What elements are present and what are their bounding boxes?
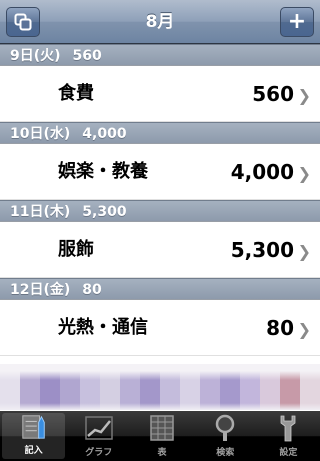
tab-table[interactable]: 表 xyxy=(130,411,193,461)
tab-entry[interactable]: 記入 xyxy=(2,413,66,459)
tab-bar: 記入 グラフ 表 検索 設定 xyxy=(0,411,320,461)
ad-pixel-block xyxy=(140,364,160,410)
page-title: 8月 xyxy=(145,12,175,32)
section-header: 12日(金) 80 xyxy=(0,278,320,300)
plus-icon: + xyxy=(287,9,307,34)
section-date: 9日(火) xyxy=(10,48,61,64)
section-date: 10日(水) xyxy=(10,126,71,142)
section-total: 560 xyxy=(72,48,102,64)
item-category: 服飾 xyxy=(58,239,94,260)
graph-icon xyxy=(85,416,113,440)
section-date: 12日(金) xyxy=(10,282,71,298)
tab-search[interactable]: 検索 xyxy=(194,411,257,461)
item-category: 食費 xyxy=(58,83,94,104)
ad-pixel-block xyxy=(200,364,220,410)
section-date: 11日(木) xyxy=(10,204,71,220)
ad-pixel-block xyxy=(260,364,280,410)
entry-list: 9日(火) 560 食費 560 ❯ 10日(水) 4,000 娯楽・教養 4,00… xyxy=(0,44,320,356)
item-amount: 5,300 xyxy=(230,238,294,262)
ad-pixel-block xyxy=(280,364,300,410)
section-total: 80 xyxy=(82,282,102,298)
ad-pixel-block xyxy=(100,364,120,410)
ad-pixel-block xyxy=(240,364,260,410)
tab-label: 表 xyxy=(157,448,167,458)
section-header: 9日(火) 560 xyxy=(0,44,320,66)
ad-pixel-block xyxy=(20,364,40,410)
item-amount: 560 xyxy=(252,82,294,106)
tab-label: 記入 xyxy=(24,446,43,456)
add-entry-button[interactable]: + xyxy=(280,7,314,37)
tab-label: 検索 xyxy=(216,448,235,458)
ad-pixel-block xyxy=(300,364,320,410)
ad-pixel-block xyxy=(60,364,80,410)
chevron-right-icon: ❯ xyxy=(297,86,311,105)
magnifier-icon xyxy=(215,414,235,441)
ad-pixel-block xyxy=(0,364,20,410)
ad-pixel-block xyxy=(80,364,100,410)
list-item[interactable]: 食費 560 ❯ xyxy=(0,66,320,122)
tab-settings[interactable]: 設定 xyxy=(257,411,320,461)
item-category: 娯楽・教養 xyxy=(58,161,148,182)
item-category: 光熱・通信 xyxy=(58,317,148,338)
wrench-icon xyxy=(281,415,296,442)
ad-pixel-block xyxy=(160,364,180,410)
item-amount: 80 xyxy=(266,316,294,340)
list-item[interactable]: 光熱・通信 80 ❯ xyxy=(0,300,320,356)
ad-banner[interactable] xyxy=(0,364,320,410)
item-amount: 4,000 xyxy=(230,160,294,184)
ad-pixel-block xyxy=(220,364,240,410)
tab-graph[interactable]: グラフ xyxy=(67,411,130,461)
navigation-bar: 8月 + xyxy=(0,0,320,44)
list-item[interactable]: 服飾 5,300 ❯ xyxy=(0,222,320,278)
chevron-right-icon: ❯ xyxy=(297,242,311,261)
chevron-right-icon: ❯ xyxy=(297,164,311,183)
tab-label: グラフ xyxy=(85,448,113,458)
table-icon xyxy=(150,415,174,441)
chevron-right-icon: ❯ xyxy=(297,320,311,339)
section-header: 10日(水) 4,000 xyxy=(0,122,320,144)
ad-pixel-block xyxy=(120,364,140,410)
tab-label: 設定 xyxy=(279,448,298,458)
section-header: 11日(木) 5,300 xyxy=(0,200,320,222)
pencil-notebook-icon xyxy=(21,415,45,439)
list-item[interactable]: 娯楽・教養 4,000 ❯ xyxy=(0,144,320,200)
ad-pixel-block xyxy=(180,364,200,410)
section-total: 4,000 xyxy=(82,126,127,142)
section-total: 5,300 xyxy=(82,204,127,220)
ad-pixel-block xyxy=(40,364,60,410)
